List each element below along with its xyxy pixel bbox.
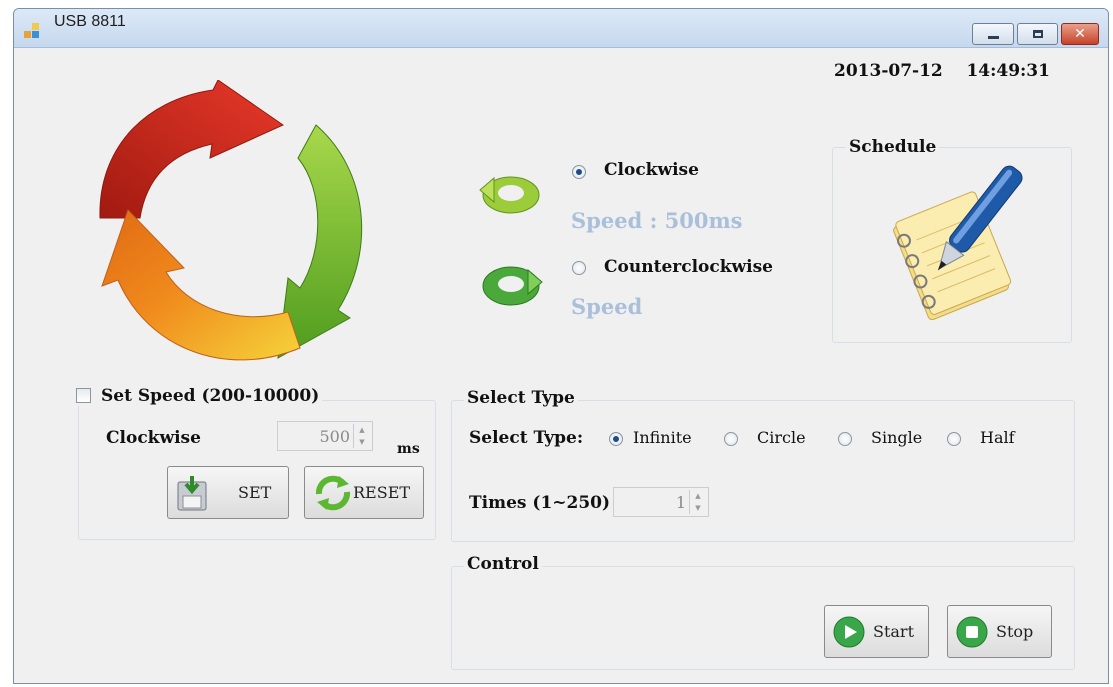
speed-up-arrow[interactable]: ▲	[354, 424, 370, 436]
close-icon: ✕	[1074, 26, 1086, 42]
stop-button-label: Stop	[996, 622, 1034, 641]
start-button[interactable]: Start	[824, 605, 929, 658]
stop-icon	[956, 616, 988, 647]
play-icon	[833, 616, 865, 647]
stop-button[interactable]: Stop	[947, 605, 1052, 658]
clockwise-icon	[479, 176, 540, 214]
counterclockwise-radio[interactable]	[572, 261, 586, 275]
type-radio-single[interactable]	[838, 432, 852, 446]
title-bar[interactable]: USB 8811 ✕	[14, 9, 1108, 48]
clockwise-radio[interactable]	[572, 165, 586, 179]
type-label-circle: Circle	[757, 428, 806, 447]
set-speed-checkbox-label: Set Speed (200-10000)	[101, 386, 320, 406]
type-label-single: Single	[871, 428, 923, 447]
type-label-infinite: Infinite	[633, 428, 692, 447]
set-button-label: SET	[238, 483, 272, 502]
select-type-group-title: Select Type	[464, 388, 578, 408]
maximize-button[interactable]	[1017, 23, 1058, 45]
select-type-group	[451, 400, 1075, 542]
counterclockwise-speed-text: Speed	[571, 294, 643, 319]
start-button-label: Start	[873, 622, 915, 641]
datetime-display: 2013-07-12 14:49:31	[834, 61, 1050, 81]
clockwise-label: Clockwise	[604, 160, 699, 180]
counterclockwise-label: Counterclockwise	[604, 257, 773, 277]
times-value-stepper[interactable]: 1 ▲ ▼	[613, 487, 709, 517]
schedule-group-title: Schedule	[846, 137, 940, 157]
time-text: 14:49:31	[966, 61, 1050, 81]
type-radio-infinite[interactable]	[609, 432, 623, 446]
refresh-icon	[315, 475, 351, 510]
speed-value: 500	[319, 427, 350, 446]
window-title: USB 8811	[54, 13, 126, 30]
select-type-label: Select Type:	[469, 428, 584, 448]
date-text: 2013-07-12	[834, 61, 943, 81]
speed-value-stepper[interactable]: 500 ▲ ▼	[277, 421, 373, 451]
app-icon	[24, 23, 40, 39]
reset-button-label: RESET	[353, 483, 411, 502]
set-button[interactable]: SET	[167, 466, 289, 519]
rotation-arrows-icon	[99, 80, 363, 361]
times-up-arrow[interactable]: ▲	[690, 490, 706, 502]
minimize-icon	[987, 36, 999, 39]
times-label: Times (1~250)	[469, 493, 611, 513]
speed-unit-label: ms	[397, 441, 420, 457]
maximize-icon	[1032, 30, 1043, 38]
control-group-title: Control	[464, 554, 542, 574]
set-speed-header: Set Speed (200-10000)	[76, 386, 323, 406]
clockwise-speed-text: Speed : 500ms	[571, 208, 743, 233]
schedule-notepad-pen-icon[interactable]	[876, 158, 1026, 323]
counterclockwise-icon	[482, 266, 543, 306]
speed-down-arrow[interactable]: ▼	[354, 436, 370, 448]
times-down-arrow[interactable]: ▼	[690, 502, 706, 514]
type-radio-half[interactable]	[947, 432, 961, 446]
type-label-half: Half	[980, 428, 1015, 447]
speed-stepper-arrows[interactable]: ▲ ▼	[353, 424, 370, 448]
times-stepper-arrows[interactable]: ▲ ▼	[689, 490, 706, 514]
save-icon	[177, 475, 207, 510]
set-speed-checkbox[interactable]	[76, 388, 91, 403]
set-speed-direction-label: Clockwise	[106, 428, 201, 448]
type-radio-circle[interactable]	[724, 432, 738, 446]
minimize-button[interactable]	[972, 23, 1014, 45]
times-value: 1	[675, 493, 686, 512]
reset-button[interactable]: RESET	[304, 466, 424, 519]
close-button[interactable]: ✕	[1061, 23, 1099, 45]
